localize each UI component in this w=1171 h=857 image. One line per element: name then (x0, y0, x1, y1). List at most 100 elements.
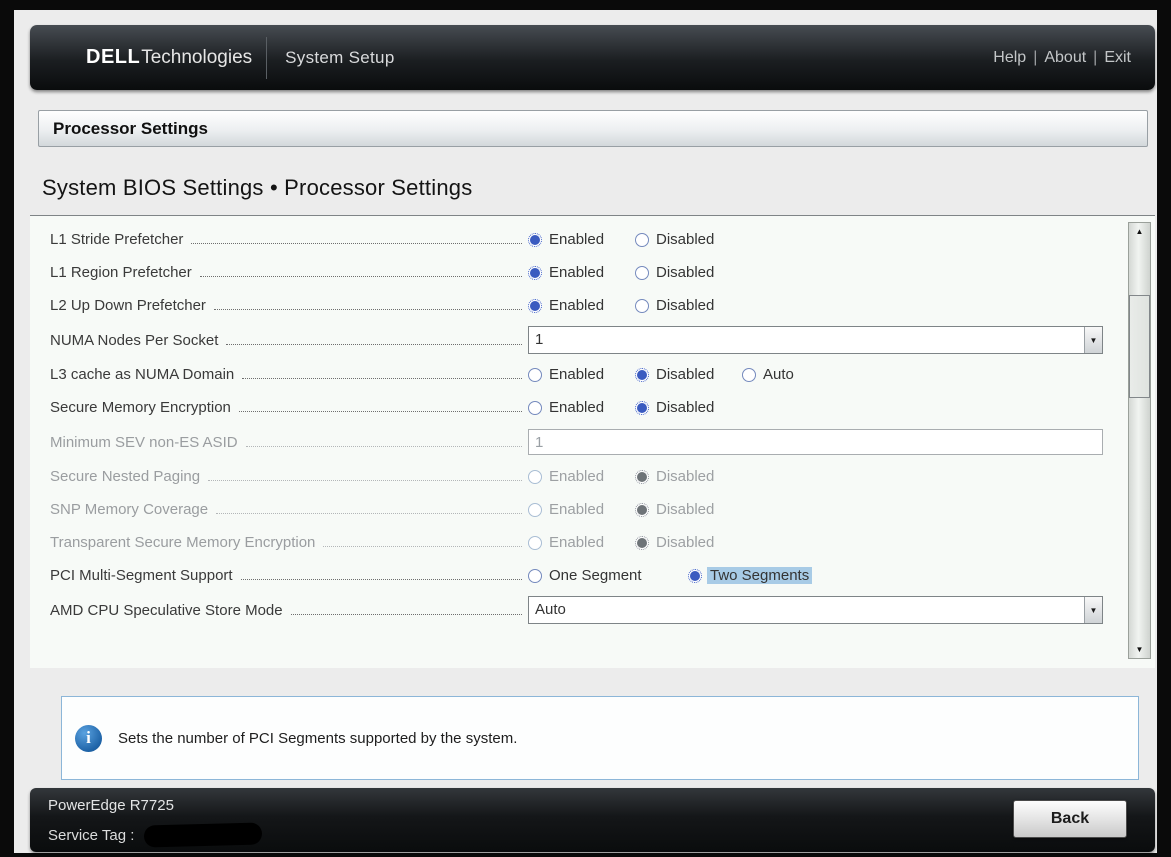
scrollbar-thumb[interactable] (1129, 295, 1150, 398)
breadcrumb: System BIOS Settings • Processor Setting… (42, 175, 1142, 201)
setting-label: AMD CPU Speculative Store Mode (50, 602, 283, 619)
footer-bar: PowerEdge R7725 Service Tag : Back (30, 788, 1155, 852)
radio-unselected-icon[interactable] (528, 569, 542, 583)
dotted-leader (291, 613, 522, 615)
radio-selected-icon[interactable] (688, 569, 702, 583)
link-separator: | (1093, 49, 1097, 66)
setting-label: L3 cache as NUMA Domain (50, 366, 234, 383)
setting-label: L1 Stride Prefetcher (50, 231, 183, 248)
dotted-leader (191, 242, 522, 244)
setting-row-l2-up-down-prefetcher: L2 Up Down Prefetcher Enabled Disabled (50, 289, 1103, 322)
vertical-scrollbar[interactable]: ▲ ▼ (1128, 222, 1151, 659)
option-disabled: Disabled (635, 501, 742, 518)
option-enabled: Enabled (528, 468, 635, 485)
option-enabled[interactable]: Enabled (528, 264, 635, 281)
setting-row-l3-cache-numa-domain: L3 cache as NUMA Domain Enabled Disabled… (50, 358, 1103, 391)
radio-selected-icon[interactable] (528, 233, 542, 247)
setting-label: SNP Memory Coverage (50, 501, 208, 518)
setting-row-l1-stride-prefetcher: L1 Stride Prefetcher Enabled Disabled (50, 223, 1103, 256)
chevron-down-icon[interactable]: ▼ (1084, 327, 1102, 353)
option-disabled[interactable]: Disabled (635, 297, 742, 314)
radio-unselected-icon[interactable] (528, 368, 542, 382)
exit-link[interactable]: Exit (1104, 49, 1131, 66)
settings-list: L1 Stride Prefetcher Enabled Disabled L1… (50, 223, 1103, 628)
dotted-leader (216, 512, 522, 514)
setting-row-secure-memory-encryption: Secure Memory Encryption Enabled Disable… (50, 391, 1103, 424)
scroll-down-icon[interactable]: ▼ (1129, 645, 1150, 654)
option-disabled[interactable]: Disabled (635, 231, 742, 248)
setting-label: Secure Memory Encryption (50, 399, 231, 416)
header-divider (266, 37, 267, 79)
option-enabled[interactable]: Enabled (528, 231, 635, 248)
dotted-leader (214, 308, 522, 310)
highlighted-option-label: Two Segments (707, 567, 812, 584)
dell-logo-text: DELL (86, 46, 140, 69)
option-enabled[interactable]: Enabled (528, 366, 635, 383)
option-disabled[interactable]: Disabled (635, 366, 742, 383)
radio-selected-icon (635, 470, 649, 484)
radio-selected-icon[interactable] (635, 401, 649, 415)
option-disabled[interactable]: Disabled (635, 264, 742, 281)
link-separator: | (1033, 49, 1037, 66)
option-enabled[interactable]: Enabled (528, 399, 635, 416)
setting-label: L1 Region Prefetcher (50, 264, 192, 281)
scroll-up-icon[interactable]: ▲ (1129, 227, 1150, 236)
dotted-leader (208, 479, 522, 481)
dotted-leader (323, 545, 522, 547)
dotted-leader (200, 275, 522, 277)
radio-unselected-icon[interactable] (528, 401, 542, 415)
option-auto[interactable]: Auto (742, 366, 849, 383)
option-disabled: Disabled (635, 468, 742, 485)
back-button[interactable]: Back (1013, 800, 1127, 838)
radio-selected-icon[interactable] (635, 368, 649, 382)
info-message: Sets the number of PCI Segments supporte… (118, 730, 517, 747)
setting-row-amd-speculative-store-mode: AMD CPU Speculative Store Mode Auto ▼ (50, 592, 1103, 628)
radio-unselected-icon[interactable] (635, 266, 649, 280)
option-enabled: Enabled (528, 534, 635, 551)
setting-label: PCI Multi-Segment Support (50, 567, 233, 584)
dotted-leader (241, 578, 522, 580)
option-one-segment[interactable]: One Segment (528, 567, 688, 584)
dotted-leader (242, 377, 522, 379)
service-tag: Service Tag : (48, 824, 262, 846)
option-disabled[interactable]: Disabled (635, 399, 742, 416)
select-value: Auto (529, 597, 1084, 623)
service-tag-label: Service Tag : (48, 827, 134, 844)
radio-selected-icon[interactable] (528, 299, 542, 313)
setting-row-pci-multi-segment: PCI Multi-Segment Support One Segment Tw… (50, 559, 1103, 592)
radio-unselected-icon[interactable] (742, 368, 756, 382)
setting-row-numa-nodes-per-socket: NUMA Nodes Per Socket 1 ▼ (50, 322, 1103, 358)
app-title: System Setup (285, 48, 394, 68)
help-link[interactable]: Help (993, 49, 1026, 66)
option-two-segments[interactable]: Two Segments (688, 567, 812, 584)
about-link[interactable]: About (1044, 49, 1086, 66)
select-value: 1 (529, 327, 1084, 353)
help-info-box: i Sets the number of PCI Segments suppor… (61, 696, 1139, 780)
service-tag-redaction (144, 822, 263, 847)
settings-panel: L1 Stride Prefetcher Enabled Disabled L1… (30, 215, 1155, 668)
radio-unselected-icon[interactable] (635, 233, 649, 247)
setting-label: Secure Nested Paging (50, 468, 200, 485)
top-header-bar: DELLTechnologies System Setup Help | About… (30, 25, 1155, 90)
setting-label: Transparent Secure Memory Encryption (50, 534, 315, 551)
radio-selected-icon[interactable] (528, 266, 542, 280)
radio-unselected-icon (528, 536, 542, 550)
option-disabled: Disabled (635, 534, 742, 551)
option-enabled: Enabled (528, 501, 635, 518)
setting-label: Minimum SEV non-ES ASID (50, 434, 238, 451)
header-links: Help | About | Exit (993, 49, 1155, 67)
numa-nodes-select[interactable]: 1 ▼ (528, 326, 1103, 354)
radio-unselected-icon[interactable] (635, 299, 649, 313)
info-icon: i (75, 725, 102, 752)
option-enabled[interactable]: Enabled (528, 297, 635, 314)
chevron-down-icon[interactable]: ▼ (1084, 597, 1102, 623)
radio-unselected-icon (528, 503, 542, 517)
section-title-bar: Processor Settings (38, 110, 1148, 147)
speculative-store-mode-select[interactable]: Auto ▼ (528, 596, 1103, 624)
dell-logo-subtext: Technologies (141, 47, 252, 69)
setting-row-l1-region-prefetcher: L1 Region Prefetcher Enabled Disabled (50, 256, 1103, 289)
setting-row-minimum-sev-asid: Minimum SEV non-ES ASID 1 (50, 424, 1103, 460)
setting-row-snp-memory-coverage: SNP Memory Coverage Enabled Disabled (50, 493, 1103, 526)
setting-row-transparent-sme: Transparent Secure Memory Encryption Ena… (50, 526, 1103, 559)
setting-label: NUMA Nodes Per Socket (50, 332, 218, 349)
